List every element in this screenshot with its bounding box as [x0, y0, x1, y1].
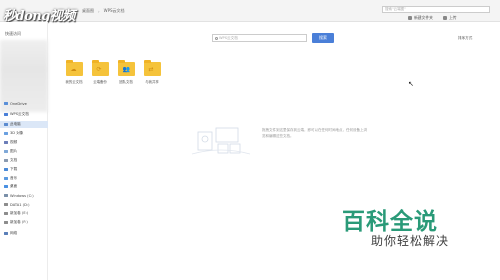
folder-icon: 👥 — [117, 60, 135, 76]
sidebar-item-icon — [4, 102, 8, 105]
folder-glyph-icon: ☁ — [70, 66, 77, 73]
sidebar-item-icon — [4, 203, 8, 206]
sidebar-item-0[interactable]: OneDrive — [0, 100, 48, 107]
sidebar-item-label: OneDrive — [10, 101, 27, 106]
sidebar-item-label: 桌面 — [10, 184, 18, 188]
brand-watermark: 百科全说 助你轻松解决 — [338, 200, 500, 260]
upload-icon — [442, 16, 447, 20]
sidebar-item-8[interactable]: 音乐 — [0, 175, 48, 182]
mouse-cursor-icon: ↖ — [408, 80, 414, 88]
breadcrumb-item-wps[interactable]: WPS云文档 — [104, 8, 125, 14]
folder-label: 我的云文档 — [65, 80, 83, 84]
upload-button[interactable]: 上传 — [442, 15, 457, 21]
sidebar-item-9[interactable]: 桌面 — [0, 183, 48, 190]
folder-item[interactable]: ☁ 我的云文档 — [62, 60, 86, 84]
empty-state-text: 拖拽文件到这里保存到云端，即可以在任何时间地点，任何设备上浏览和编辑这些文档。 — [262, 128, 367, 138]
sidebar-item-label: 网络 — [10, 231, 18, 235]
sidebar-item-12[interactable]: 新加卷 (E:) — [0, 210, 48, 217]
sidebar-item-3[interactable]: 3D 对象 — [0, 130, 48, 137]
folder-glyph-icon: 👥 — [122, 66, 130, 73]
empty-cloud-illustration-icon — [191, 127, 251, 155]
sidebar-item-10[interactable]: Windows (C:) — [0, 192, 48, 199]
sidebar-item-2[interactable]: 此电脑 — [0, 121, 48, 128]
sidebar-item-1[interactable]: WPS云文档 — [0, 111, 48, 118]
brand-subtitle: 助你轻松解决 — [371, 234, 450, 248]
sidebar-item-icon — [4, 185, 8, 188]
quick-access-label[interactable]: 快速访问 — [5, 31, 21, 37]
sidebar-item-icon — [4, 194, 8, 197]
folder-item[interactable]: ⟳ 云端备份 — [88, 60, 112, 84]
sidebar-item-icon — [4, 159, 8, 162]
folder-item[interactable]: 👥 团队文档 — [114, 60, 138, 84]
new-folder-label: 新建文件夹 — [414, 15, 433, 20]
sidebar-item-icon — [4, 168, 8, 171]
folder-item[interactable]: ⇄ 与我共享 — [140, 60, 164, 84]
breadcrumb-separator-icon: › — [98, 8, 100, 14]
folder-glyph-icon: ⇄ — [148, 66, 154, 73]
top-actions: 新建文件夹 上传 — [408, 15, 457, 21]
sidebar-item-icon — [4, 123, 8, 126]
sidebar-item-13[interactable]: 新加卷 (F:) — [0, 219, 48, 226]
folder-label: 云端备份 — [93, 80, 107, 84]
sidebar-item-icon — [4, 132, 8, 135]
sort-dropdown[interactable]: 排序方式 — [458, 36, 472, 41]
sidebar-item-5[interactable]: 图片 — [0, 148, 48, 155]
sidebar-item-label: 此电脑 — [10, 122, 21, 126]
sidebar-item-label: WPS云文档 — [10, 112, 29, 116]
sidebar-item-7[interactable]: 下载 — [0, 166, 48, 173]
sidebar-item-label: 下载 — [10, 167, 18, 171]
sidebar-item-label: 音乐 — [10, 176, 18, 180]
new-folder-button[interactable]: 新建文件夹 — [408, 15, 433, 21]
main-search-input[interactable]: WPS云文档 — [212, 34, 307, 42]
folder-icon: ☁ — [65, 60, 83, 76]
main-search-placeholder: WPS云文档 — [219, 36, 238, 40]
folder-label: 团队文档 — [119, 80, 133, 84]
sidebar-item-label: 文档 — [10, 158, 18, 162]
folder-glyph-icon: ⟳ — [96, 66, 102, 73]
sidebar-item-label: 3D 对象 — [10, 131, 24, 135]
sidebar-item-label: 图片 — [10, 149, 18, 153]
sidebar-item-6[interactable]: 文档 — [0, 157, 48, 164]
sidebar-item-label: Windows (C:) — [10, 193, 34, 198]
sidebar-item-11[interactable]: DATA1 (D:) — [0, 201, 48, 208]
breadcrumb: 桌面图 › WPS云文档 — [82, 8, 125, 14]
upload-label: 上传 — [448, 15, 457, 20]
sidebar-item-icon — [4, 113, 8, 116]
sidebar-item-label: 视频 — [10, 140, 18, 144]
sidebar-item-icon — [4, 177, 8, 180]
sidebar-item-icon — [4, 150, 8, 153]
sidebar-item-icon — [4, 232, 8, 235]
sidebar-item-icon — [4, 212, 8, 215]
search-icon — [215, 36, 218, 40]
folder-label: 与我共享 — [145, 80, 159, 84]
sidebar-item-14[interactable]: 网络 — [0, 230, 48, 237]
breadcrumb-item-desktop[interactable]: 桌面图 — [82, 8, 94, 14]
sidebar-item-icon — [4, 141, 8, 144]
brand-title: 百科全说 — [342, 209, 438, 235]
sidebar-item-label: DATA1 (D:) — [10, 202, 30, 207]
sidebar-item-label: 新加卷 (E:) — [10, 211, 29, 215]
folder-icon: ⟳ — [91, 60, 109, 76]
sidebar-item-icon — [4, 221, 8, 224]
folder-plus-icon — [408, 16, 412, 20]
sidebar-item-4[interactable]: 视频 — [0, 139, 48, 146]
folder-icon: ⇄ — [143, 60, 161, 76]
sidebar-item-label: 新加卷 (F:) — [10, 220, 28, 224]
top-search-input[interactable]: 搜索"云端图" — [382, 6, 490, 13]
search-button[interactable]: 搜索 — [312, 33, 334, 43]
